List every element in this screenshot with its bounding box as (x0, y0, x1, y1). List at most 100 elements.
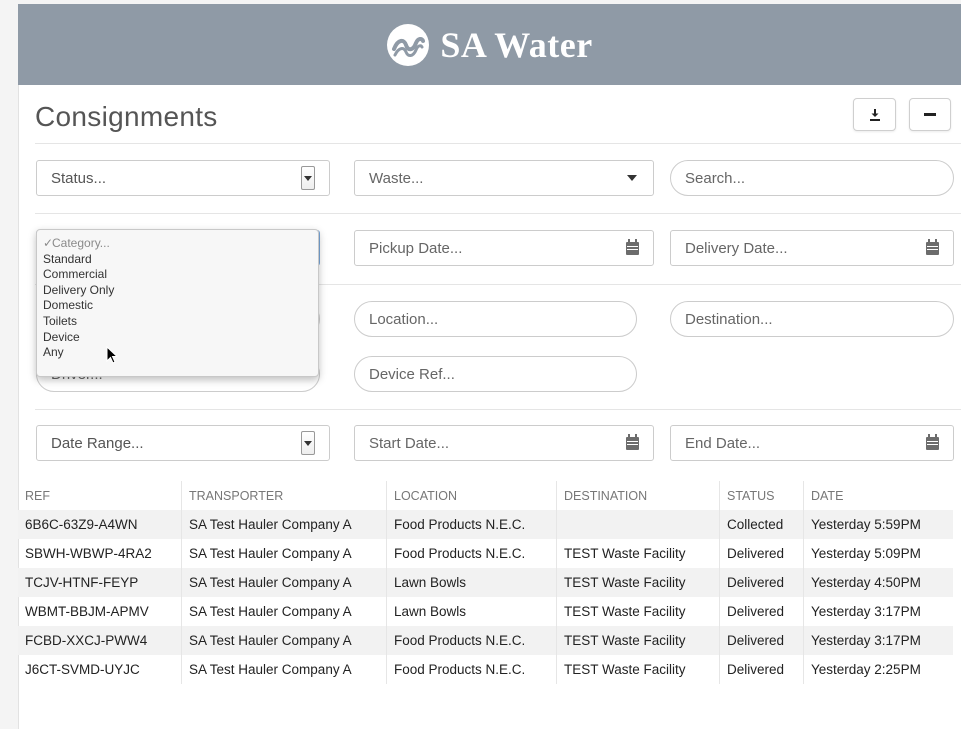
calendar-icon[interactable] (626, 238, 639, 255)
table-row[interactable]: J6CT-SVMD-UYJC SA Test Hauler Company A … (18, 655, 953, 684)
select-arrows-icon (301, 431, 315, 455)
location-placeholder: Location... (369, 310, 439, 328)
transporter-cell: SA Test Hauler Company A (181, 510, 387, 539)
status-select[interactable]: Status... (36, 160, 330, 196)
dropdown-option[interactable]: Any (37, 345, 318, 361)
location-cell: Food Products N.E.C. (386, 539, 557, 568)
divider (35, 213, 961, 214)
end-date-placeholder: End Date... (685, 434, 761, 452)
column-header[interactable]: DESTINATION (556, 481, 720, 510)
date-range-select[interactable]: Date Range... (36, 425, 330, 461)
divider (35, 409, 961, 410)
date-cell: Yesterday 3:17PM (803, 626, 953, 655)
date-cell: Yesterday 5:59PM (803, 510, 953, 539)
waste-select-label: Waste... (369, 169, 424, 187)
column-header[interactable]: TRANSPORTER (181, 481, 387, 510)
date-cell: Yesterday 5:09PM (803, 539, 953, 568)
status-cell: Delivered (719, 539, 804, 568)
option-label: Category... (52, 236, 110, 250)
chevron-down-icon (627, 175, 637, 181)
collapse-button[interactable] (909, 98, 951, 131)
location-cell: Lawn Bowls (386, 568, 557, 597)
device-ref-input[interactable]: Device Ref... (354, 356, 637, 392)
location-cell: Food Products N.E.C. (386, 510, 557, 539)
transporter-cell: SA Test Hauler Company A (181, 626, 387, 655)
search-input-placeholder: Search... (685, 169, 746, 187)
location-cell: Food Products N.E.C. (386, 626, 557, 655)
divider (35, 143, 961, 144)
option-label: Standard (43, 251, 92, 266)
calendar-icon[interactable] (926, 433, 939, 450)
destination-placeholder: Destination... (685, 310, 773, 328)
column-header[interactable]: STATUS (719, 481, 804, 510)
destination-cell (556, 510, 720, 539)
destination-cell: TEST Waste Facility (556, 655, 720, 684)
destination-cell: TEST Waste Facility (556, 597, 720, 626)
option-label: Delivery Only (43, 282, 115, 297)
brand-name: SA Water (440, 24, 593, 65)
status-cell: Delivered (719, 568, 804, 597)
status-cell: Collected (719, 510, 804, 539)
download-button[interactable] (853, 98, 896, 131)
destination-cell: TEST Waste Facility (556, 568, 720, 597)
ref-cell: SBWH-WBWP-4RA2 (25, 546, 152, 561)
column-header[interactable]: LOCATION (386, 481, 557, 510)
dropdown-option[interactable]: Delivery Only (37, 283, 318, 299)
ref-cell: 6B6C-63Z9-A4WN (18, 510, 182, 539)
download-icon (869, 108, 880, 121)
pickup-date-field[interactable]: Pickup Date... (354, 230, 654, 266)
location-input[interactable]: Location... (354, 301, 637, 337)
pickup-date-placeholder: Pickup Date... (369, 239, 463, 257)
waste-select[interactable]: Waste... (354, 160, 654, 196)
ref-cell: J6CT-SVMD-UYJC (25, 662, 140, 677)
option-label: Domestic (43, 298, 94, 313)
delivery-date-field[interactable]: Delivery Date... (670, 230, 954, 266)
sa-water-logo-icon (387, 23, 430, 66)
column-header[interactable]: DATE (803, 481, 953, 510)
minus-icon (924, 112, 936, 116)
select-arrows-icon (301, 166, 315, 190)
option-label: Commercial (43, 267, 108, 282)
option-label: Any (43, 345, 64, 360)
category-dropdown-menu: ✓ Category... Standard Commercial Deliver… (36, 229, 319, 377)
dropdown-option[interactable]: Device (37, 330, 318, 346)
consignments-table: REF TRANSPORTER LOCATION DESTINATION STA… (18, 481, 953, 684)
table-row[interactable]: TCJV-HTNF-FEYP SA Test Hauler Company A … (18, 568, 953, 597)
start-date-placeholder: Start Date... (369, 434, 450, 452)
status-cell: Delivered (719, 626, 804, 655)
dropdown-option[interactable]: ✓ Category... (37, 236, 318, 252)
search-input[interactable]: Search... (670, 160, 954, 196)
transporter-cell: SA Test Hauler Company A (181, 539, 387, 568)
date-cell: Yesterday 4:50PM (803, 568, 953, 597)
transporter-cell: SA Test Hauler Company A (181, 597, 387, 626)
table-row[interactable]: WBMT-BBJM-APMV SA Test Hauler Company A … (18, 597, 953, 626)
status-cell: Delivered (719, 597, 804, 626)
calendar-icon[interactable] (626, 433, 639, 450)
dropdown-option[interactable]: Toilets (37, 314, 318, 330)
dropdown-option[interactable]: Commercial (37, 267, 318, 283)
page-title: Consignments (35, 101, 218, 132)
table-row[interactable]: SBWH-WBWP-4RA2 SA Test Hauler Company A … (18, 539, 953, 568)
start-date-field[interactable]: Start Date... (354, 425, 654, 461)
location-cell: Food Products N.E.C. (386, 655, 557, 684)
transporter-cell: SA Test Hauler Company A (181, 568, 387, 597)
destination-input[interactable]: Destination... (670, 301, 954, 337)
ref-cell: FCBD-XXCJ-PWW4 (18, 626, 182, 655)
dropdown-option[interactable]: Standard (37, 252, 318, 268)
table-row[interactable]: 6B6C-63Z9-A4WN SA Test Hauler Company A … (18, 510, 953, 539)
end-date-field[interactable]: End Date... (670, 425, 954, 461)
status-cell: Delivered (719, 655, 804, 684)
ref-cell: WBMT-BBJM-APMV (25, 604, 149, 619)
brand-logo[interactable]: SA Water (386, 23, 592, 67)
destination-cell: TEST Waste Facility (556, 626, 720, 655)
table-row[interactable]: FCBD-XXCJ-PWW4 SA Test Hauler Company A … (18, 626, 953, 655)
column-header[interactable]: REF (18, 481, 182, 510)
table-header-row: REF TRANSPORTER LOCATION DESTINATION STA… (18, 481, 953, 510)
option-label: Toilets (43, 313, 78, 328)
mouse-cursor-icon (106, 346, 119, 364)
delivery-date-placeholder: Delivery Date... (685, 239, 788, 257)
calendar-icon[interactable] (926, 238, 939, 255)
app-header: SA Water (18, 4, 961, 85)
option-label: Device (43, 329, 80, 344)
dropdown-option[interactable]: Domestic (37, 298, 318, 314)
